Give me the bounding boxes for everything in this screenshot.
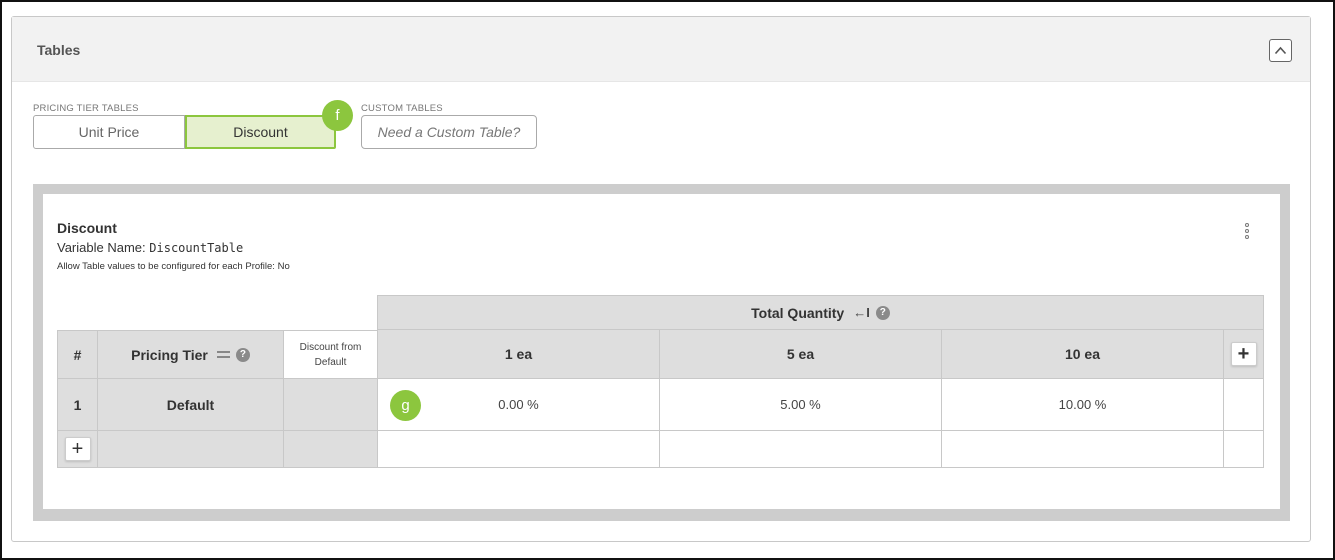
discount-grid: Total Quantity ←I ? # Pricing Tier ? Dis… (57, 295, 1264, 468)
empty-tier-cell (98, 431, 284, 468)
custom-table-button[interactable]: Need a Custom Table? (361, 115, 537, 149)
panel-header: Tables (12, 17, 1310, 82)
pricing-tier-header-label: Pricing Tier (131, 346, 208, 363)
allow-profile-label: Allow Table values to be configured for … (57, 261, 275, 272)
collapse-button[interactable] (1269, 39, 1292, 62)
discount-from-default-header: Discount from Default (284, 330, 378, 379)
pricing-tier-tables-label: PRICING TIER TABLES (33, 103, 139, 114)
discount-button[interactable]: Discount (185, 115, 336, 149)
panel-title: Tables (37, 42, 81, 58)
num-column-header: # (57, 330, 98, 379)
allow-profile-line: Allow Table values to be configured for … (57, 261, 290, 272)
unit-price-button[interactable]: Unit Price (33, 115, 185, 149)
total-quantity-label: Total Quantity (751, 304, 845, 321)
pricing-tier-cell: Default (98, 379, 284, 431)
break-direction-icon[interactable]: ←I (853, 305, 870, 320)
quantity-column-header[interactable]: 10 ea (942, 330, 1224, 379)
table-frame: Discount Variable Name: DiscountTable Al… (33, 184, 1290, 521)
total-quantity-header: Total Quantity ←I ? (377, 295, 1264, 330)
quantity-column-header[interactable]: 5 ea (660, 330, 942, 379)
discount-value-cell[interactable]: 5.00 % (660, 379, 942, 431)
variable-name-line: Variable Name: DiscountTable (57, 240, 243, 255)
row-end-cell (1224, 379, 1264, 431)
add-column-button[interactable]: + (1230, 342, 1257, 366)
tables-panel: Tables PRICING TIER TABLES Unit Price Di… (11, 16, 1311, 542)
add-row-cell: + (57, 431, 98, 468)
allow-profile-value: No (277, 261, 290, 272)
add-row-button[interactable]: + (64, 437, 91, 461)
empty-value-cell (660, 431, 942, 468)
discount-from-default-cell[interactable] (284, 379, 378, 431)
pricing-tier-column-header: Pricing Tier ? (98, 330, 284, 379)
variable-name-label: Variable Name: (57, 240, 146, 255)
custom-tables-label: CUSTOM TABLES (361, 103, 443, 114)
empty-value-cell (942, 431, 1224, 468)
callout-marker-g: g (390, 390, 421, 421)
empty-default-cell (284, 431, 378, 468)
discount-table-card: Discount Variable Name: DiscountTable Al… (43, 194, 1280, 509)
help-icon[interactable]: ? (235, 347, 250, 362)
pricing-tier-button-group: Unit Price Discount (33, 115, 336, 149)
empty-value-cell (378, 431, 660, 468)
row-number: 1 (57, 379, 98, 431)
card-title: Discount (57, 220, 117, 236)
reorder-icon[interactable] (216, 348, 230, 361)
empty-end-cell (1224, 431, 1264, 468)
variable-name-value: DiscountTable (149, 241, 244, 255)
callout-marker-f: f (322, 100, 353, 131)
more-options-icon[interactable] (1244, 223, 1250, 239)
discount-value-cell[interactable]: 10.00 % (942, 379, 1224, 431)
help-icon[interactable]: ? (875, 305, 890, 320)
discount-from-default-label: Discount from Default (299, 341, 362, 368)
quantity-column-header[interactable]: 1 ea (378, 330, 660, 379)
add-column-cell: + (1224, 330, 1264, 379)
chevron-up-icon (1274, 46, 1287, 55)
